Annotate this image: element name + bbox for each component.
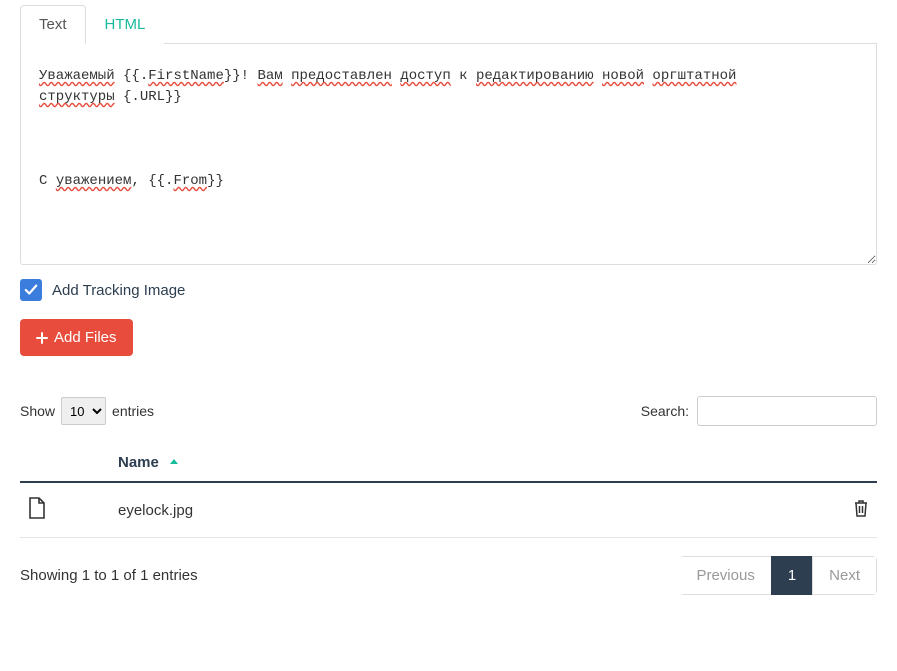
tracking-row: Add Tracking Image — [20, 279, 877, 301]
file-icon — [28, 506, 46, 523]
search-label: Search: — [641, 403, 689, 419]
files-table: Name eyelock.jpg — [20, 444, 877, 538]
datatable-controls: Show 10 entries Search: — [20, 396, 877, 426]
page-previous[interactable]: Previous — [680, 556, 771, 595]
add-files-label: Add Files — [54, 329, 117, 346]
length-prefix: Show — [20, 403, 55, 419]
col-icon — [20, 444, 110, 482]
sort-asc-icon — [169, 454, 179, 471]
col-actions — [827, 444, 877, 482]
tracking-label: Add Tracking Image — [52, 282, 185, 299]
plus-icon — [36, 332, 48, 344]
length-select[interactable]: 10 — [61, 397, 106, 425]
pagination: Previous 1 Next — [680, 556, 877, 595]
check-icon — [24, 283, 38, 297]
tab-html[interactable]: HTML — [86, 5, 165, 44]
datatable-footer: Showing 1 to 1 of 1 entries Previous 1 N… — [20, 556, 877, 595]
delete-file-button[interactable] — [827, 482, 877, 538]
template-text-editor[interactable]: Уважаемый {{.FirstName}}! Вам предоставл… — [21, 44, 876, 264]
length-suffix: entries — [112, 403, 154, 419]
page-next[interactable]: Next — [812, 556, 877, 595]
search-control: Search: — [641, 396, 877, 426]
table-row: eyelock.jpg — [20, 482, 877, 538]
col-name-label: Name — [118, 454, 159, 471]
page-current[interactable]: 1 — [771, 556, 813, 595]
length-control: Show 10 entries — [20, 397, 154, 425]
tab-text[interactable]: Text — [20, 5, 86, 44]
add-files-button[interactable]: Add Files — [20, 319, 133, 356]
tracking-checkbox[interactable] — [20, 279, 42, 301]
table-info: Showing 1 to 1 of 1 entries — [20, 567, 198, 584]
editor-tabs: Text HTML — [20, 5, 877, 44]
editor-container: Уважаемый {{.FirstName}}! Вам предоставл… — [20, 44, 877, 265]
trash-icon — [853, 499, 869, 517]
search-input[interactable] — [697, 396, 877, 426]
file-name-cell: eyelock.jpg — [110, 482, 827, 538]
col-name-header[interactable]: Name — [110, 444, 827, 482]
